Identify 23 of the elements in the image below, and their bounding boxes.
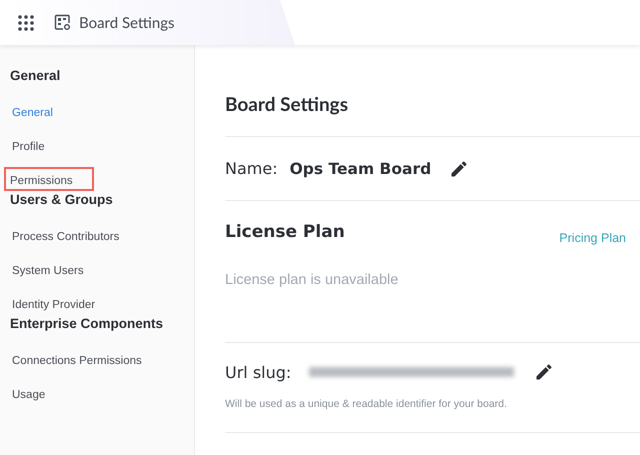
field-label: Url slug: <box>225 362 292 382</box>
sidebar-item[interactable]: Identity Provider <box>4 291 104 315</box>
section-heading: Users & Groups <box>10 191 114 209</box>
field-label: Name: <box>225 159 278 178</box>
sidebar-item[interactable]: System Users <box>4 257 92 281</box>
helper-text: Will be used as a unique & readable identifier for your board. <box>225 398 507 410</box>
section-heading: License Plan <box>225 222 345 242</box>
section-heading: General <box>10 67 62 85</box>
edit-icon[interactable] <box>534 362 554 382</box>
status-message: License plan is unavailable <box>225 272 398 288</box>
page-title: Board Settings <box>225 92 350 118</box>
board-name: Ops Team Board <box>290 160 432 178</box>
sidebar-item[interactable]: Process Contributors <box>4 223 128 247</box>
sidebar-item[interactable]: Permissions <box>4 167 94 191</box>
sidebar-item[interactable]: Connections Permissions <box>4 347 150 371</box>
section-heading: Enterprise Components <box>10 315 164 333</box>
edit-icon[interactable] <box>449 158 470 178</box>
sidebar-item[interactable]: General <box>4 99 61 123</box>
app-title: Board Settings <box>79 14 175 32</box>
sidebar-item[interactable]: Profile <box>4 133 53 157</box>
apps-grid-icon[interactable] <box>18 14 34 30</box>
board-settings-icon <box>54 14 71 31</box>
sidebar-item[interactable]: Usage <box>4 381 54 405</box>
